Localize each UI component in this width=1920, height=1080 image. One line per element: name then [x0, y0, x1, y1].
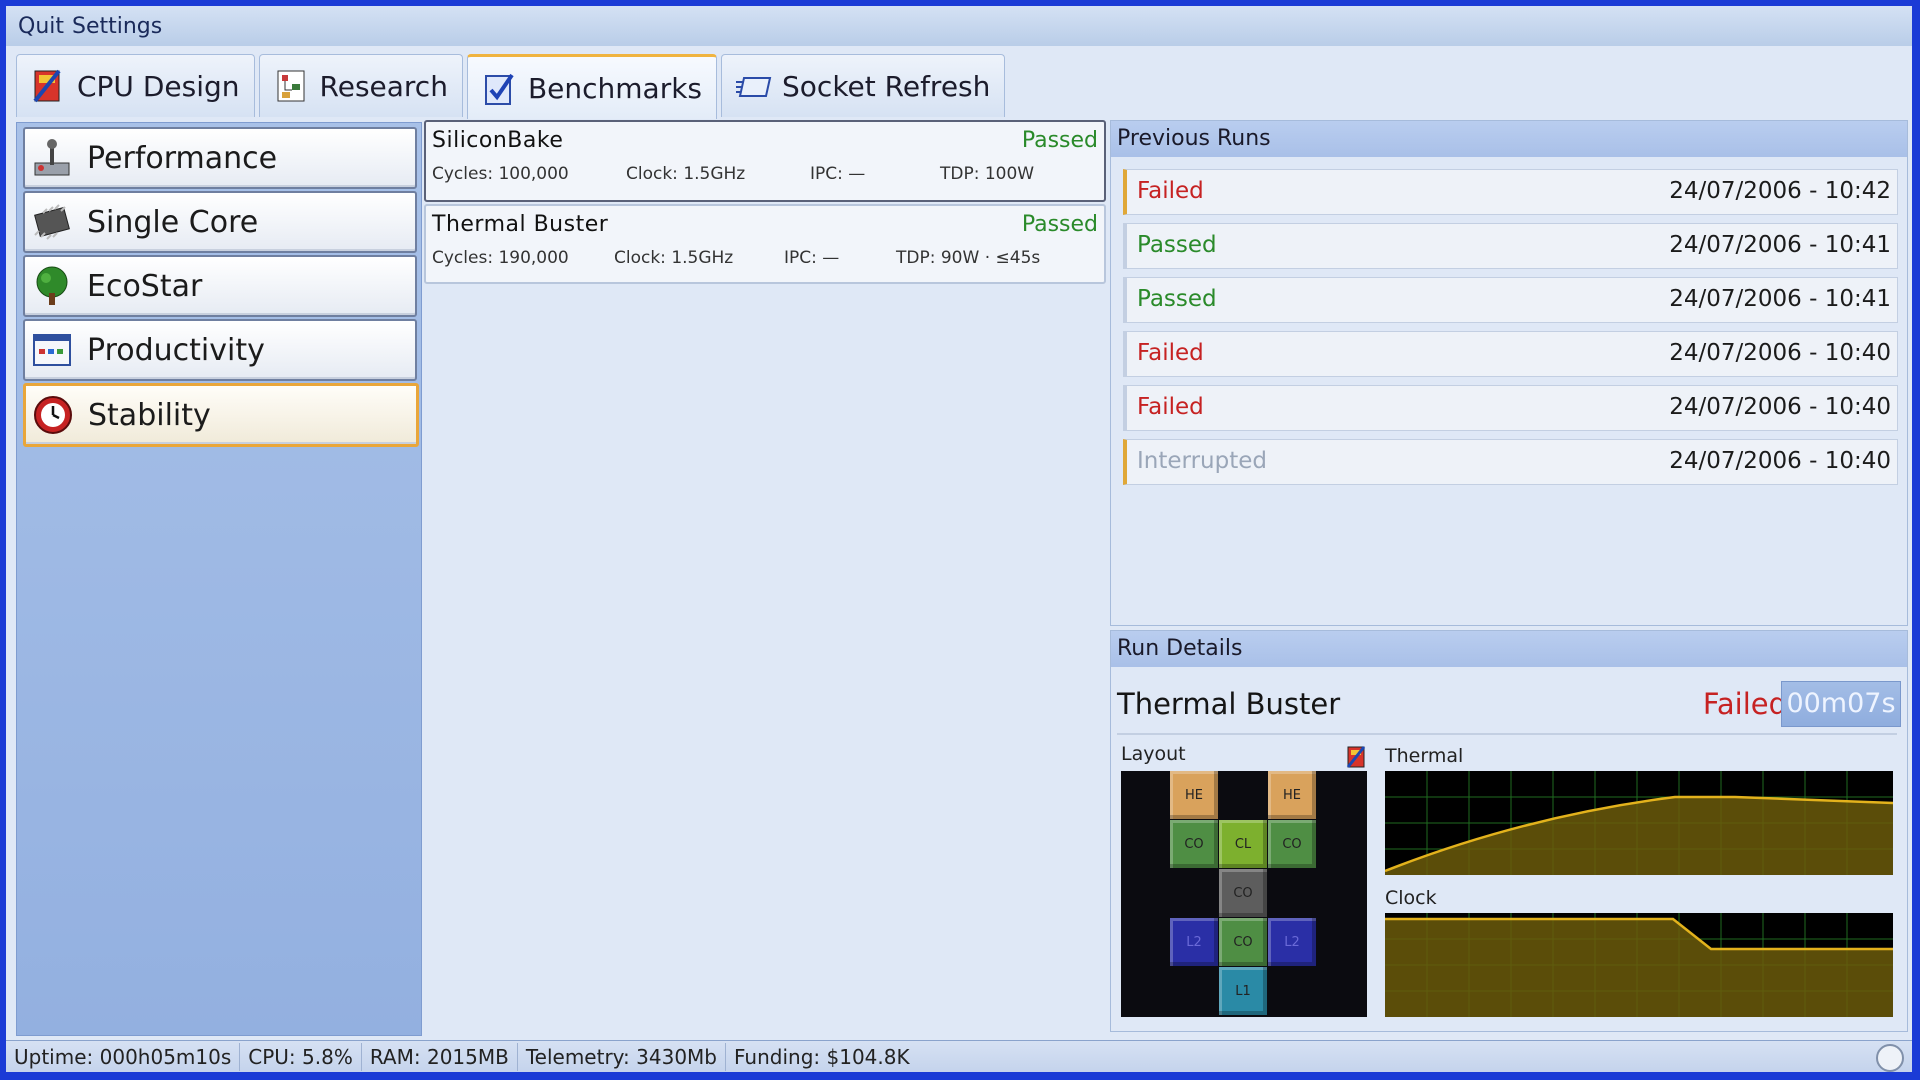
window-icon — [31, 329, 73, 371]
benchmark-clock: Clock: 1.5GHz — [626, 164, 746, 184]
thermal-label: Thermal — [1385, 745, 1464, 767]
benchmark-name: SiliconBake — [432, 128, 564, 153]
app-window: Quit Settings CPU Design Research Benchm… — [6, 6, 1912, 1072]
status-bar: Uptime: 000h05m10s CPU: 5.8% RAM: 2015MB… — [6, 1040, 1912, 1072]
category-label: Productivity — [87, 332, 265, 368]
run-datetime: 24/07/2006 - 10:40 — [1669, 340, 1891, 366]
benchmark-item-thermal-buster[interactable]: Thermal Buster Passed Cycles: 190,000 Cl… — [424, 204, 1106, 284]
divider — [1117, 733, 1897, 735]
layout-cell: CO — [1219, 918, 1267, 966]
clock-graph — [1385, 913, 1893, 1017]
layout-cell: CO — [1219, 869, 1267, 917]
category-ecostar[interactable]: EcoStar — [23, 255, 417, 317]
layout-cell: L1 — [1219, 967, 1267, 1015]
benchmark-clock: Clock: 1.5GHz — [614, 248, 734, 268]
layout-cell: L2 — [1170, 918, 1218, 966]
cpu-design-icon[interactable] — [1345, 745, 1369, 769]
benchmark-tdp: TDP: 100W — [940, 164, 1035, 184]
benchmarks-icon — [482, 70, 518, 106]
main-tabs: CPU Design Research Benchmarks Socket Re… — [16, 54, 1006, 120]
run-row[interactable]: Failed 24/07/2006 - 10:40 — [1123, 385, 1898, 431]
thermal-area — [1385, 797, 1893, 875]
benchmark-name: Thermal Buster — [432, 212, 609, 237]
layout-cell: HE — [1170, 771, 1218, 819]
menu-bar: Quit Settings — [6, 6, 1912, 46]
tab-label: Benchmarks — [527, 71, 703, 105]
run-datetime: 24/07/2006 - 10:40 — [1669, 448, 1891, 474]
cpu-layout-grid: HE HE CO CL CO CO L2 CO L2 L1 — [1121, 771, 1367, 1017]
run-row[interactable]: Passed 24/07/2006 - 10:41 — [1123, 223, 1898, 269]
tab-cpu-design[interactable]: CPU Design — [16, 54, 255, 117]
cpu-design-icon — [31, 68, 67, 104]
tab-benchmarks[interactable]: Benchmarks — [466, 54, 718, 119]
status-ram: RAM: 2015MB — [362, 1043, 518, 1071]
benchmark-item-siliconbake[interactable]: SiliconBake Passed Cycles: 100,000 Clock… — [424, 120, 1106, 202]
category-label: Single Core — [87, 204, 259, 240]
layout-cell: L2 — [1268, 918, 1316, 966]
joystick-icon — [31, 137, 73, 179]
tab-label: Socket Refresh — [782, 69, 991, 103]
tab-label: CPU Design — [77, 69, 240, 103]
run-datetime: 24/07/2006 - 10:41 — [1669, 232, 1891, 258]
run-benchmark-name: Thermal Buster — [1117, 687, 1341, 721]
tab-research[interactable]: Research — [258, 54, 463, 117]
clock-label: Clock — [1385, 887, 1437, 909]
run-duration: 00m07s — [1781, 681, 1901, 727]
run-datetime: 24/07/2006 - 10:40 — [1669, 394, 1891, 420]
clock-area — [1385, 919, 1893, 1017]
run-status: Failed — [1137, 178, 1204, 204]
tree-icon — [31, 265, 73, 307]
run-status: Failed — [1702, 687, 1787, 721]
run-status: Passed — [1137, 232, 1217, 258]
thermal-graph — [1385, 771, 1893, 875]
menu-quit[interactable]: Quit — [6, 14, 68, 39]
category-stability[interactable]: Stability — [23, 383, 419, 447]
run-datetime: 24/07/2006 - 10:41 — [1669, 286, 1891, 312]
run-status: Interrupted — [1137, 448, 1267, 474]
socket-refresh-icon — [736, 68, 772, 104]
benchmark-status: Passed — [1021, 212, 1098, 237]
status-uptime: Uptime: 000h05m10s — [6, 1043, 241, 1071]
research-icon — [274, 68, 310, 104]
layout-cell: CL — [1219, 820, 1267, 868]
benchmark-cycles: Cycles: 100,000 — [432, 164, 569, 184]
category-performance[interactable]: Performance — [23, 127, 417, 189]
clock-icon — [32, 394, 74, 436]
tab-socket-refresh[interactable]: Socket Refresh — [721, 54, 1006, 117]
status-funding: Funding: $104.8K — [734, 1045, 910, 1069]
run-row[interactable]: Failed 24/07/2006 - 10:42 — [1123, 169, 1898, 215]
category-label: Performance — [87, 140, 278, 176]
run-datetime: 24/07/2006 - 10:42 — [1669, 178, 1891, 204]
run-row[interactable]: Passed 24/07/2006 - 10:41 — [1123, 277, 1898, 323]
previous-runs-panel: Previous Runs Failed 24/07/2006 - 10:42 … — [1110, 120, 1908, 626]
status-cpu: CPU: 5.8% — [240, 1043, 362, 1071]
run-row[interactable]: Failed 24/07/2006 - 10:40 — [1123, 331, 1898, 377]
run-row[interactable]: Interrupted 24/07/2006 - 10:40 — [1123, 439, 1898, 485]
status-telemetry: Telemetry: 3430Mb — [518, 1043, 727, 1071]
category-label: Stability — [88, 397, 211, 433]
category-single-core[interactable]: Single Core — [23, 191, 417, 253]
menu-settings[interactable]: Settings — [68, 14, 166, 39]
layout-label: Layout — [1121, 743, 1186, 765]
chip-icon — [31, 201, 73, 243]
category-productivity[interactable]: Productivity — [23, 319, 417, 381]
panel-title: Previous Runs — [1111, 121, 1907, 157]
run-status: Failed — [1137, 394, 1204, 420]
benchmark-status: Passed — [1021, 128, 1098, 153]
run-status: Failed — [1137, 340, 1204, 366]
benchmark-ipc: IPC: — — [784, 248, 840, 268]
panel-title: Run Details — [1111, 631, 1907, 667]
run-details-panel: Run Details Thermal Buster Failed 00m07s… — [1110, 630, 1908, 1032]
tab-label: Research — [319, 69, 448, 103]
benchmark-cycles: Cycles: 190,000 — [432, 248, 569, 268]
layout-cell: CO — [1268, 820, 1316, 868]
category-sidebar: Performance Single Core EcoStar Producti… — [16, 122, 422, 1036]
layout-cell: CO — [1170, 820, 1218, 868]
category-label: EcoStar — [87, 268, 203, 304]
run-status: Passed — [1137, 286, 1217, 312]
benchmark-tdp: TDP: 90W · ≤45s — [896, 248, 1041, 268]
layout-cell: HE — [1268, 771, 1316, 819]
benchmark-ipc: IPC: — — [810, 164, 866, 184]
disc-icon[interactable] — [1876, 1044, 1904, 1072]
